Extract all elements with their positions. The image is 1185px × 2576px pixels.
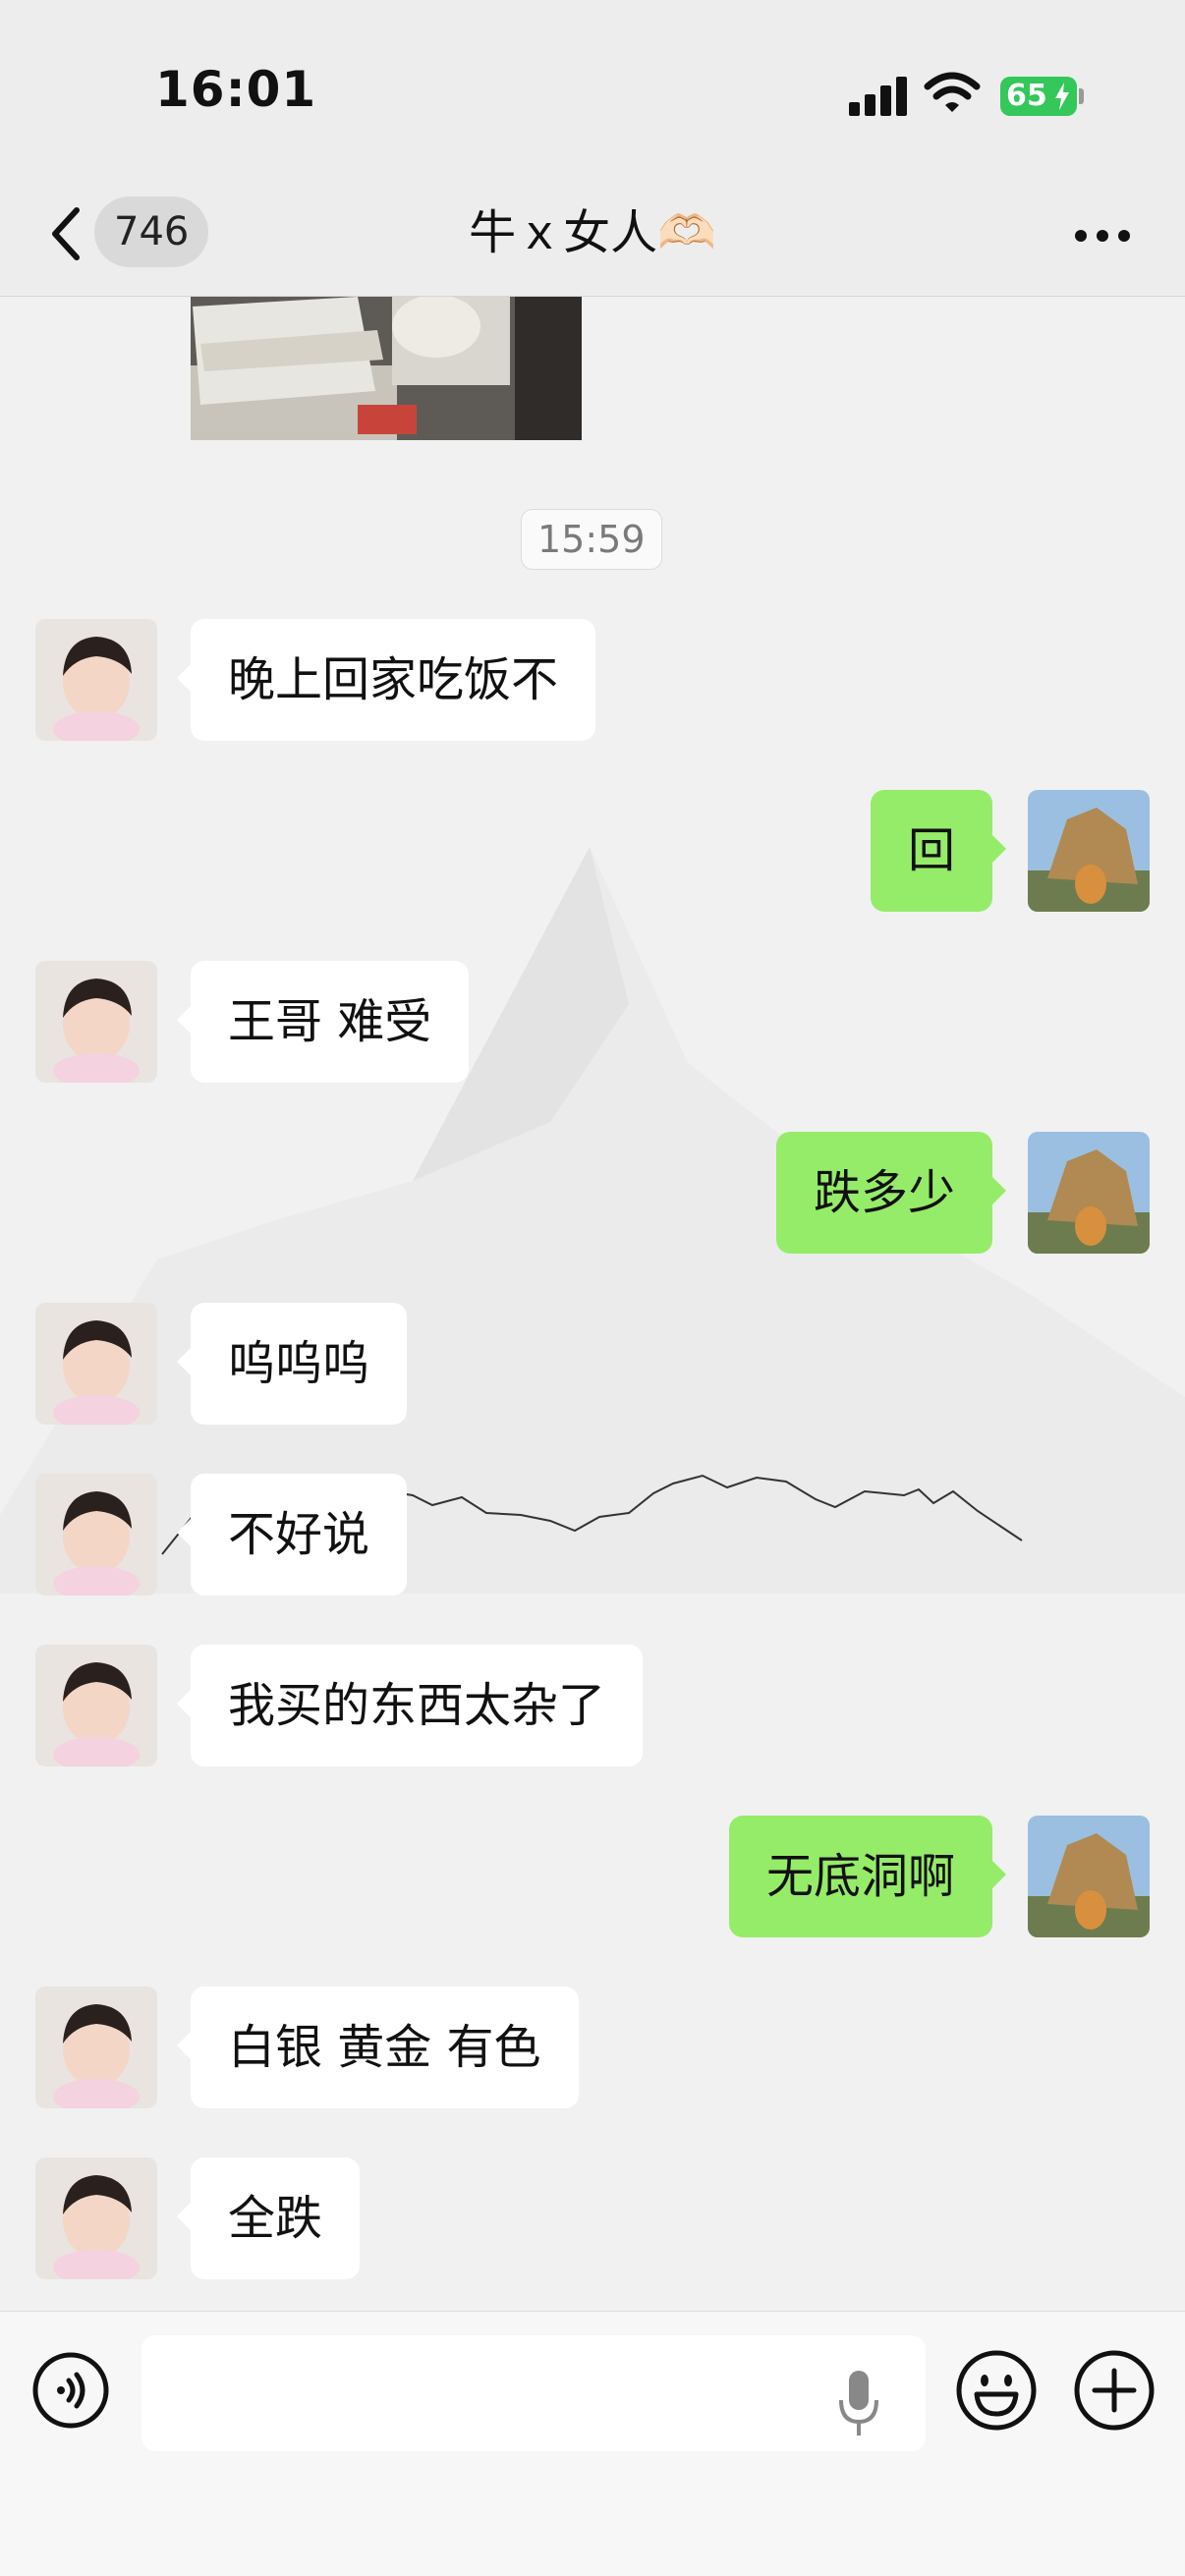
- contact-avatar[interactable]: [35, 1645, 157, 1766]
- emoji-icon[interactable]: [955, 2349, 1038, 2432]
- message-bubble-incoming[interactable]: 王哥 难受: [176, 961, 470, 1083]
- message-bubble-outgoing[interactable]: 无底洞啊: [728, 1816, 1007, 1937]
- message-row: 不好说: [0, 1474, 1185, 1596]
- message-row: 回: [0, 790, 1185, 912]
- input-bar: [0, 2311, 1185, 2576]
- my-avatar[interactable]: [1028, 1132, 1150, 1254]
- message-bubble-outgoing[interactable]: 跌多少: [775, 1132, 1007, 1254]
- more-icon[interactable]: [1073, 228, 1132, 244]
- message-bubble-incoming[interactable]: 晚上回家吃饭不: [176, 619, 596, 741]
- mic-icon[interactable]: [837, 2369, 880, 2437]
- my-avatar[interactable]: [1028, 1816, 1150, 1937]
- chat-title: 牛ｘ女人🫶🏻: [469, 205, 716, 260]
- home-indicator: [0, 2557, 1185, 2576]
- message-bubble-outgoing[interactable]: 回: [870, 790, 1007, 912]
- timestamp-chip: 15:59: [521, 509, 662, 570]
- message-bubble-incoming[interactable]: 我买的东西太杂了: [176, 1645, 644, 1766]
- contact-avatar[interactable]: [35, 619, 157, 741]
- message-row: 跌多少: [0, 1132, 1185, 1254]
- message-bubble-incoming[interactable]: 全跌: [176, 2157, 361, 2279]
- battery-icon: 65: [1000, 77, 1077, 116]
- message-bubble-incoming[interactable]: 白银 黄金 有色: [177, 1987, 579, 2108]
- signal-icon: [849, 73, 908, 116]
- message-bubble-incoming[interactable]: 呜呜呜: [176, 1303, 408, 1425]
- message-row: 无底洞啊: [0, 1816, 1185, 1937]
- message-row: 白银 黄金 有色: [0, 1987, 1185, 2108]
- message-row: 王哥 难受: [0, 961, 1185, 1083]
- photo-thumbnail: [191, 297, 582, 440]
- charging-bolt-icon: [1055, 83, 1069, 110]
- status-bar: 16:01 65: [0, 0, 1185, 177]
- message-row: 呜呜呜: [0, 1303, 1185, 1425]
- battery-tip: [1079, 88, 1084, 104]
- contact-avatar[interactable]: [35, 1987, 157, 2108]
- plus-icon[interactable]: [1073, 2349, 1156, 2432]
- message-input[interactable]: [141, 2335, 926, 2451]
- chat-area[interactable]: 15:59 晚上回家吃饭不 回 王哥 难受 跌多少 呜呜呜 不好说 我买的东西太…: [0, 297, 1185, 2311]
- battery-level: 65: [1006, 79, 1047, 113]
- contact-avatar[interactable]: [35, 961, 157, 1083]
- message-row: 全跌: [0, 2157, 1185, 2279]
- status-time: 16:01: [155, 61, 317, 118]
- wifi-icon: [924, 72, 981, 112]
- photo-message[interactable]: [191, 297, 582, 440]
- contact-avatar[interactable]: [35, 1474, 157, 1596]
- message-bubble-incoming[interactable]: 不好说: [176, 1474, 408, 1596]
- my-avatar[interactable]: [1028, 790, 1150, 912]
- voice-icon[interactable]: [31, 2351, 110, 2430]
- message-row: 我买的东西太杂了: [0, 1645, 1185, 1766]
- nav-bar: 746 牛ｘ女人🫶🏻: [0, 177, 1185, 297]
- contact-avatar[interactable]: [35, 1303, 157, 1425]
- message-row: 晚上回家吃饭不: [0, 619, 1185, 741]
- contact-avatar[interactable]: [35, 2157, 157, 2279]
